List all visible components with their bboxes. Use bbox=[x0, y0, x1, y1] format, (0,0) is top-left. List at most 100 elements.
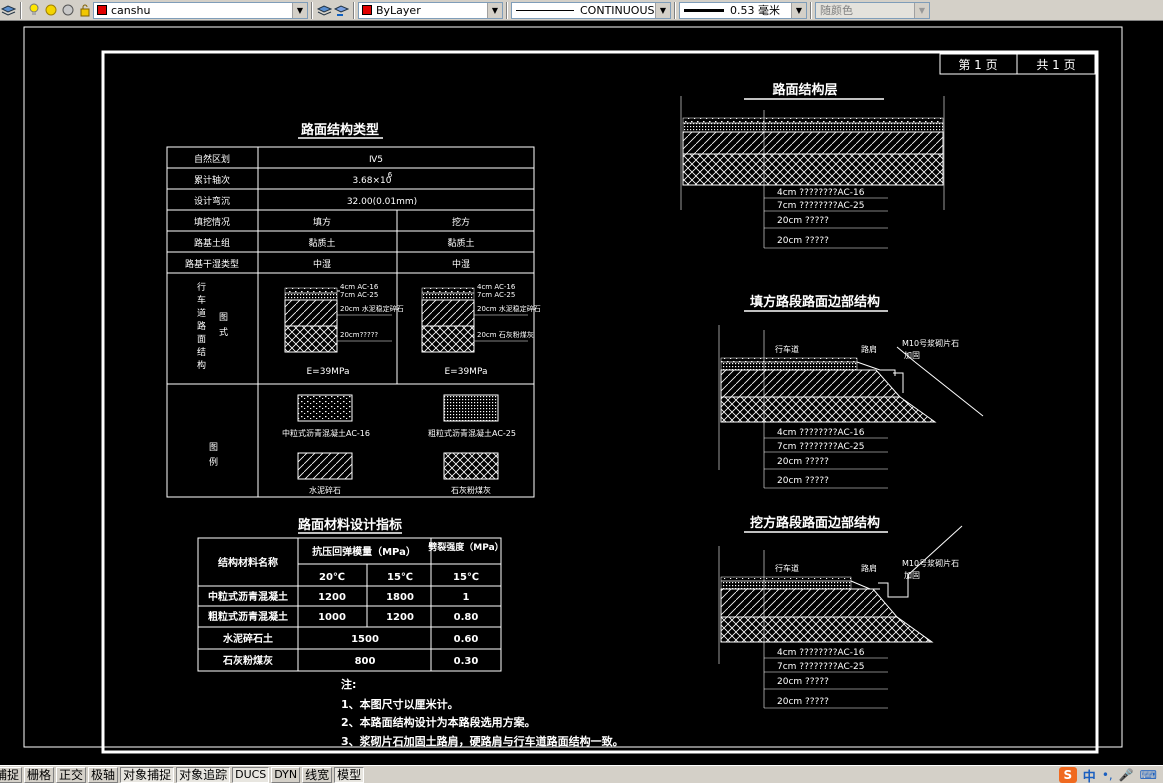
layer-label: 7cm ????????AC-25 bbox=[777, 201, 865, 211]
material-e20: 1500 bbox=[351, 634, 379, 645]
layer-label: 4cm ????????AC-16 bbox=[777, 648, 865, 658]
diagram-side-label: 行车道路面结构 bbox=[195, 281, 206, 373]
chevron-down-icon[interactable]: ▼ bbox=[791, 2, 806, 18]
note-item: 3、浆砌片石加固土路肩，硬路肩与行车道路面结构一致。 bbox=[341, 734, 624, 748]
cad-window: canshu ▼ ByLayer ▼ CONTINUOUS ▼ 0.53 毫米 … bbox=[0, 0, 1163, 783]
color-dropdown[interactable]: ByLayer ▼ bbox=[358, 1, 503, 19]
chevron-down-icon[interactable]: ▼ bbox=[655, 2, 670, 18]
linetype-value: CONTINUOUS bbox=[580, 3, 655, 17]
legend-item-label: 水泥碎石 bbox=[309, 485, 341, 495]
cut-edge-diagram bbox=[718, 525, 963, 709]
material-strength: 0.30 bbox=[454, 656, 479, 667]
material-e20: 1000 bbox=[318, 612, 346, 623]
snap-toggle[interactable]: 捕捉 bbox=[0, 766, 23, 783]
cut-value: 中湿 bbox=[452, 258, 470, 270]
layer-label: 20cm 水泥稳定碎石 bbox=[340, 304, 404, 313]
layer-label: 20cm ????? bbox=[777, 216, 829, 226]
sun-freeze-icon[interactable] bbox=[42, 2, 59, 19]
chevron-down-icon[interactable]: ▼ bbox=[914, 2, 929, 18]
row-value: 3.68×10 bbox=[352, 176, 391, 186]
toolbar-separator bbox=[506, 1, 508, 19]
layer-label: 4cm AC-16 bbox=[340, 283, 379, 291]
layer-dropdown[interactable]: canshu ▼ bbox=[93, 1, 308, 19]
fill-edge-title: 填方路段路面边部结构 bbox=[750, 294, 880, 310]
material-e20: 1200 bbox=[318, 592, 346, 603]
legend-item-label: 粗粒式沥青混凝土AC-25 bbox=[428, 428, 516, 438]
drawing-canvas[interactable]: 第 1 页 共 1 页 路面结构类型 自然区划 Ⅳ5 累计轴次 3.68×10 … bbox=[0, 22, 1163, 765]
inner-frame bbox=[101, 50, 1099, 754]
fill-value: 黏质土 bbox=[308, 237, 335, 249]
keyboard-icon[interactable]: ⌨ bbox=[1140, 768, 1157, 782]
chevron-down-icon[interactable]: ▼ bbox=[487, 2, 502, 18]
material-e15: 1200 bbox=[386, 612, 414, 623]
lightbulb-icon[interactable] bbox=[25, 2, 42, 19]
callout-label: 加固 bbox=[904, 350, 920, 360]
layer-label: 20cm ????? bbox=[777, 677, 829, 687]
row-value-sup: 6 bbox=[388, 171, 393, 179]
fill-pavement-diagram bbox=[284, 287, 338, 353]
cut-pavement-diagram bbox=[421, 287, 475, 353]
material-e15: 1800 bbox=[386, 592, 414, 603]
temp-header: 20℃ bbox=[319, 572, 345, 583]
microphone-icon[interactable]: 🎤 bbox=[1119, 768, 1134, 782]
page-number: 第 1 页 bbox=[958, 58, 997, 72]
plotstyle-dropdown[interactable]: 随颜色 ▼ bbox=[815, 1, 930, 19]
linetype-dropdown[interactable]: CONTINUOUS ▼ bbox=[511, 1, 671, 19]
material-strength: 0.80 bbox=[454, 612, 479, 623]
lane-label: 行车道 bbox=[775, 563, 799, 573]
legend-side-label: 图例 bbox=[207, 442, 218, 472]
otrack-toggle[interactable]: 对象追踪 bbox=[176, 766, 231, 783]
status-bar: 捕捉 栅格 正交 极轴 对象捕捉 对象追踪 DUCS DYN 线宽 模型 S 中… bbox=[0, 765, 1163, 783]
lineweight-preview bbox=[684, 8, 724, 12]
note-item: 2、本路面结构设计为本路段选用方案。 bbox=[341, 715, 536, 729]
sogou-logo-icon[interactable]: S bbox=[1058, 767, 1077, 783]
temp-header: 15℃ bbox=[453, 572, 479, 583]
row-label: 累计轴次 bbox=[194, 174, 230, 186]
temp-header: 15℃ bbox=[387, 572, 413, 583]
shoulder-label: 路肩 bbox=[861, 563, 877, 573]
polar-toggle[interactable]: 极轴 bbox=[88, 766, 119, 783]
material-name: 中粒式沥青混凝土 bbox=[208, 590, 288, 603]
make-current-layer-icon[interactable] bbox=[316, 2, 333, 19]
layer-label: 7cm ????????AC-25 bbox=[777, 662, 865, 672]
legend-item-label: 中粒式沥青混凝土AC-16 bbox=[282, 428, 370, 438]
layer-manager-icon[interactable] bbox=[0, 2, 17, 19]
grid-toggle[interactable]: 栅格 bbox=[24, 766, 55, 783]
dyn-toggle[interactable]: DYN bbox=[271, 766, 301, 783]
callout-label: 加固 bbox=[904, 570, 920, 580]
layer-label: 20cm ????? bbox=[777, 476, 829, 486]
material-name: 石灰粉煤灰 bbox=[222, 654, 273, 667]
note-item: 1、本图尺寸以厘米计。 bbox=[341, 697, 459, 711]
row-value: 32.00(0.01mm) bbox=[347, 197, 417, 207]
color-swatch bbox=[362, 5, 372, 15]
lineweight-dropdown[interactable]: 0.53 毫米 ▼ bbox=[679, 1, 807, 19]
fill-value: 中湿 bbox=[313, 258, 331, 270]
osnap-toggle[interactable]: 对象捕捉 bbox=[120, 766, 175, 783]
lineweight-toggle[interactable]: 线宽 bbox=[302, 766, 333, 783]
status-toggles: 捕捉 栅格 正交 极轴 对象捕捉 对象追踪 DUCS DYN 线宽 模型 bbox=[0, 766, 366, 783]
layer-label: 4cm AC-16 bbox=[477, 283, 516, 291]
layer-label: 7cm ????????AC-25 bbox=[777, 442, 865, 452]
chevron-down-icon[interactable]: ▼ bbox=[292, 2, 307, 18]
material-name: 粗粒式沥青混凝土 bbox=[208, 610, 288, 623]
model-toggle[interactable]: 模型 bbox=[334, 766, 365, 783]
callout-label: M10号浆砌片石 bbox=[902, 338, 959, 348]
layer-label: 7cm AC-25 bbox=[477, 291, 515, 299]
layer-label: 20cm ????? bbox=[777, 457, 829, 467]
legend-item-label: 石灰粉煤灰 bbox=[451, 485, 491, 495]
ime-language[interactable]: 中 bbox=[1083, 766, 1096, 783]
cut-value: 黏质土 bbox=[447, 237, 474, 249]
layer-previous-icon[interactable] bbox=[333, 2, 350, 19]
modulus-label: E=39MPa bbox=[445, 367, 488, 377]
lineweight-value: 0.53 毫米 bbox=[730, 4, 780, 17]
outer-frame bbox=[23, 26, 1123, 748]
row-label: 设计弯沉 bbox=[194, 195, 230, 207]
punctuation-icon[interactable]: •, bbox=[1102, 768, 1113, 782]
ducs-toggle[interactable]: DUCS bbox=[232, 766, 270, 783]
lock-icon[interactable] bbox=[76, 2, 93, 19]
total-pages: 共 1 页 bbox=[1036, 58, 1075, 72]
ortho-toggle[interactable]: 正交 bbox=[56, 766, 87, 783]
notes-heading: 注: bbox=[341, 677, 356, 691]
material-table-title: 路面材料设计指标 bbox=[298, 517, 402, 533]
viewport-freeze-icon[interactable] bbox=[59, 2, 76, 19]
